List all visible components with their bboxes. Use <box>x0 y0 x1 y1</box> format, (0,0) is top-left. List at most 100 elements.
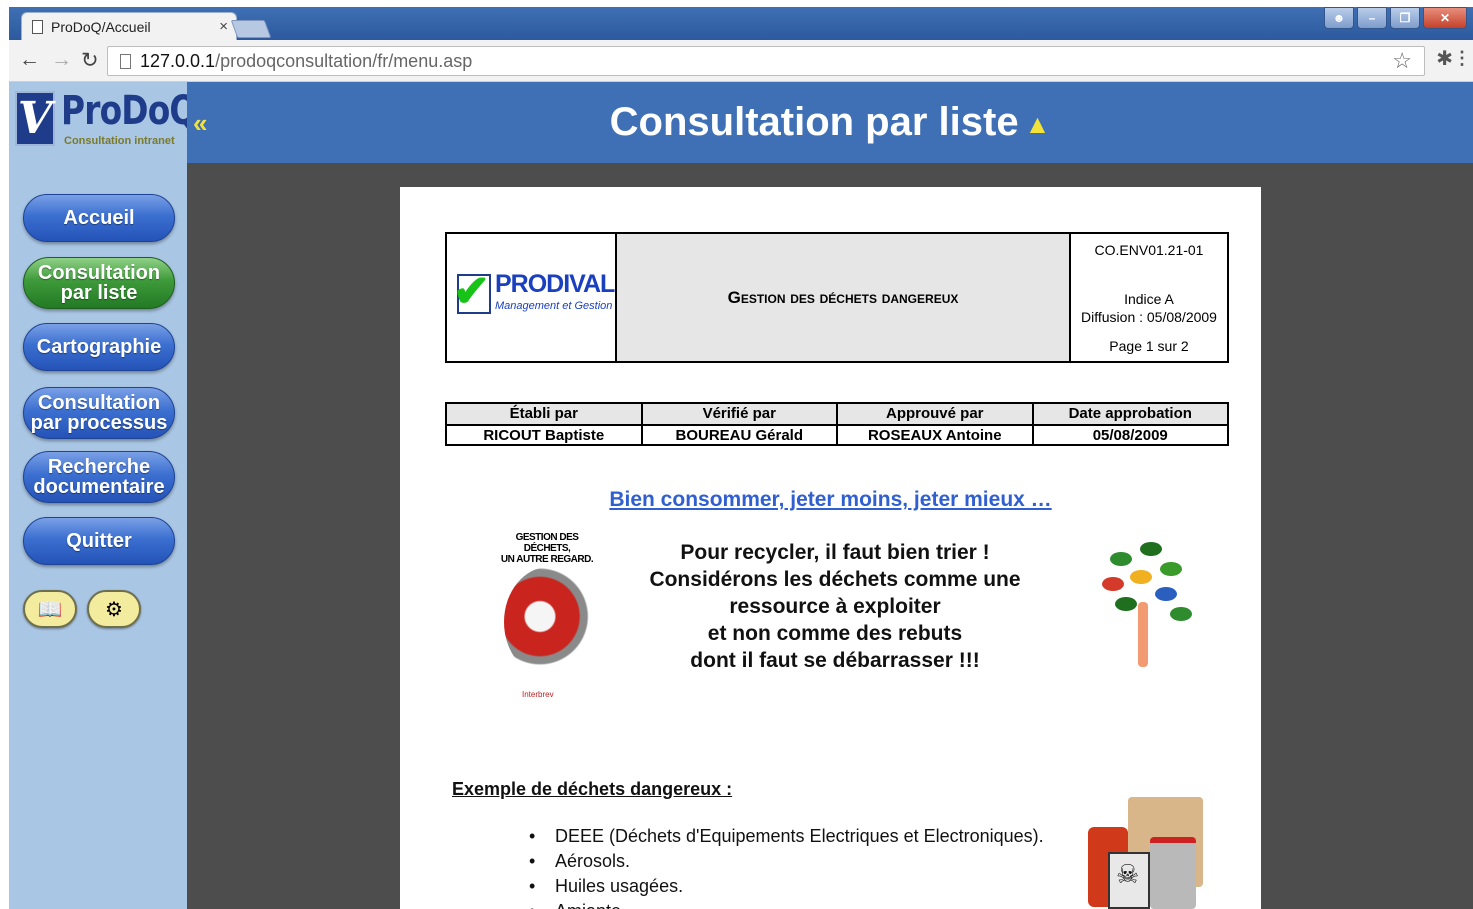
url-path: /prodoqconsultation/fr/menu.asp <box>215 50 473 71</box>
close-window-button[interactable]: ✕ <box>1423 7 1467 29</box>
leaf <box>1110 552 1132 566</box>
leaf <box>1102 577 1124 591</box>
image-caption: GESTION DES DÉCHETS, <box>515 532 579 554</box>
approval-value: RICOUT Baptiste <box>483 427 605 444</box>
minimize-button[interactable]: – <box>1357 7 1387 29</box>
nav-consultation-liste-button[interactable]: Consultation par liste <box>23 257 175 309</box>
prodival-logo: ✔ PRODIVAL Management et Gestion <box>453 267 615 320</box>
leaf <box>1170 607 1192 621</box>
settings-icon[interactable]: ⚙ <box>87 590 141 628</box>
tree-trunk <box>1138 602 1148 667</box>
nav-label: Accueil <box>63 207 135 229</box>
doc-index: Indice A <box>1124 291 1174 307</box>
leaf <box>1140 542 1162 556</box>
bookmark-star-icon[interactable]: ☆ <box>1392 48 1412 74</box>
browser-tab[interactable]: ProDoQ/Accueil × <box>21 12 237 40</box>
nav-consultation-processus-button[interactable]: Consultation par processus <box>23 387 175 439</box>
browser-titlebar: ProDoQ/Accueil × ☻ – ❐ ✕ <box>9 7 1473 40</box>
message-line: ressource à exploiter <box>729 595 941 618</box>
tab-close-icon[interactable]: × <box>219 18 228 35</box>
logo-letter: V <box>15 91 55 146</box>
document-meta: CO.ENV01.21-01 Indice A Diffusion : 05/0… <box>1071 234 1227 361</box>
company-tagline: Management et Gestion <box>495 300 613 312</box>
page-icon <box>32 19 43 34</box>
nav-label: Quitter <box>66 530 132 552</box>
document-header-table: ✔ PRODIVAL Management et Gestion Gestion… <box>445 232 1229 363</box>
page-icon <box>120 53 131 69</box>
browser-toolbar: ← → ↻ 127.0.0.1/prodoqconsultation/fr/me… <box>9 40 1473 82</box>
leaf <box>1160 562 1182 576</box>
nav-label: Cartographie <box>36 336 162 358</box>
nav-label: par processus <box>30 412 168 434</box>
back-icon[interactable]: ← <box>19 48 40 72</box>
nav-cartographie-button[interactable]: Cartographie <box>23 323 175 371</box>
list-item: Aérosols. <box>529 849 1044 874</box>
nav-label: par liste <box>60 282 138 304</box>
page-title-text: Consultation par liste <box>609 100 1019 144</box>
url-host: 127.0.0.1 <box>140 50 216 71</box>
app: V ProDoQ Consultation intranet Accueil C… <box>9 82 1473 909</box>
message-line: Pour recycler, il faut bien trier ! <box>680 541 990 564</box>
address-bar[interactable]: 127.0.0.1/prodoqconsultation/fr/menu.asp… <box>107 46 1425 76</box>
message-line: et non comme des rebuts <box>707 622 963 645</box>
page-header: « Consultation par liste ▲ <box>187 82 1473 163</box>
approval-value-row: RICOUT Baptiste BOUREAU Gérald ROSEAUX A… <box>447 424 1227 444</box>
scroll-up-icon[interactable]: ▲ <box>1025 109 1051 139</box>
maximize-button[interactable]: ❐ <box>1390 7 1420 29</box>
examples-list: DEEE (Déchets d'Equipements Electriques … <box>529 824 1044 909</box>
recycling-message: Pour recycler, il faut bien trier ! Cons… <box>630 539 1040 674</box>
window-controls: ☻ – ❐ ✕ <box>1324 7 1467 29</box>
extension-icon[interactable]: ✱ <box>1436 46 1453 71</box>
reload-icon[interactable]: ↻ <box>81 48 99 73</box>
image-caption: UN AUTRE REGARD. <box>500 554 594 565</box>
list-item: DEEE (Déchets d'Equipements Electriques … <box>529 824 1044 849</box>
approval-value: 05/08/2009 <box>1031 426 1228 444</box>
approval-header-row: Établi par Vérifié par Approuvé par Date… <box>447 404 1227 424</box>
tab-title: ProDoQ/Accueil <box>51 18 151 35</box>
approval-header: Date approbation <box>1031 404 1228 424</box>
approval-table: Établi par Vérifié par Approuvé par Date… <box>445 402 1229 446</box>
message-line: dont il faut se débarrasser !!! <box>690 649 980 672</box>
logo-name: ProDoQ <box>61 88 197 134</box>
book-icon[interactable]: 📖 <box>23 590 77 628</box>
sidebar: V ProDoQ Consultation intranet Accueil C… <box>9 82 197 909</box>
approval-header: Approuvé par <box>836 404 1032 424</box>
image-credit: Interbrev <box>522 690 554 699</box>
checkmark-icon: ✔ <box>453 267 490 316</box>
nav-label: Consultation <box>37 392 161 414</box>
list-item: Amiante <box>529 899 1044 909</box>
company-name: PRODIVAL <box>495 270 615 298</box>
slogan: Bien consommer, jeter moins, jeter mieux… <box>609 488 1052 511</box>
message-line: Considérons les déchets comme une <box>649 568 1021 591</box>
waste-pile-image <box>504 567 594 677</box>
doc-diffusion: Diffusion : 05/08/2009 <box>1081 309 1217 325</box>
nav-label: Consultation <box>37 262 161 284</box>
approval-header: Établi par <box>509 405 578 422</box>
page-title: Consultation par liste ▲ <box>187 100 1473 145</box>
leaf <box>1130 570 1152 584</box>
paint-can-shape <box>1150 837 1196 909</box>
waste-illustration: GESTION DES DÉCHETS, UN AUTRE REGARD. In… <box>492 532 602 707</box>
document-viewer[interactable]: ✔ PRODIVAL Management et Gestion Gestion… <box>187 163 1473 909</box>
approval-value: ROSEAUX Antoine <box>836 426 1032 444</box>
doc-ref: CO.ENV01.21-01 <box>1094 242 1204 258</box>
document-page: ✔ PRODIVAL Management et Gestion Gestion… <box>400 187 1261 909</box>
nav-accueil-button[interactable]: Accueil <box>23 194 175 242</box>
prodoq-logo: V ProDoQ Consultation intranet <box>15 88 197 152</box>
forward-icon[interactable]: → <box>51 48 72 72</box>
approval-value: BOUREAU Gérald <box>640 426 837 444</box>
new-tab-button[interactable] <box>230 20 272 38</box>
nav-label: documentaire <box>33 476 165 498</box>
leaf <box>1115 597 1137 611</box>
skull-icon: ☠ <box>1116 859 1140 889</box>
doc-page: Page 1 sur 2 <box>1109 338 1189 354</box>
nav-quitter-button[interactable]: Quitter <box>23 517 175 565</box>
logo-subtitle: Consultation intranet <box>64 135 175 147</box>
menu-icon[interactable]: ⋮ <box>1453 48 1471 69</box>
user-icon[interactable]: ☻ <box>1324 7 1354 29</box>
recycling-tree-image <box>1080 532 1210 672</box>
hazardous-barrels-image: ☠ <box>1068 797 1218 909</box>
leaf <box>1155 587 1177 601</box>
approval-header: Vérifié par <box>640 404 837 424</box>
nav-recherche-button[interactable]: Recherche documentaire <box>23 451 175 503</box>
